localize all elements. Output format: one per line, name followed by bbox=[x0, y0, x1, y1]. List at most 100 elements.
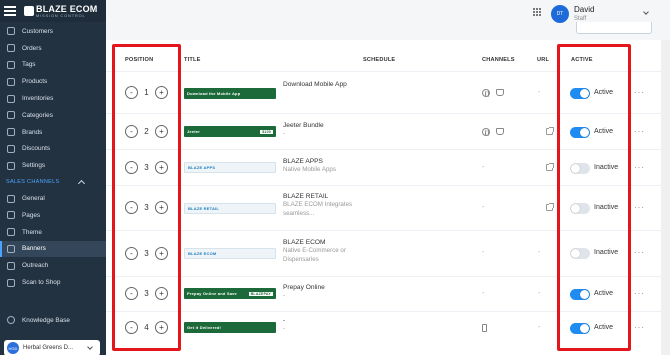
channels-value: - bbox=[482, 164, 485, 171]
more-options-icon[interactable]: ··· bbox=[634, 203, 645, 212]
increase-position-button[interactable]: + bbox=[155, 287, 168, 300]
banner-title: Download Mobile App bbox=[283, 80, 353, 89]
store-selector[interactable]: HGD Herbal Greens D... bbox=[4, 340, 100, 355]
more-options-icon[interactable]: ··· bbox=[634, 127, 645, 136]
table-row: - 1 + Download the Mobile App Download M… bbox=[106, 72, 661, 114]
column-active[interactable]: ACTIVE bbox=[571, 57, 593, 63]
active-toggle[interactable] bbox=[570, 127, 590, 138]
url-value: - bbox=[538, 324, 541, 331]
increase-position-button[interactable]: + bbox=[155, 125, 168, 138]
decrease-position-button[interactable]: - bbox=[125, 287, 138, 300]
shop-icon bbox=[496, 128, 504, 135]
decrease-position-button[interactable]: - bbox=[125, 161, 138, 174]
sidebar-item-inventories[interactable]: Inventories bbox=[0, 90, 106, 107]
sidebar-item-orders[interactable]: Orders bbox=[0, 40, 106, 57]
status-label: Inactive bbox=[594, 204, 619, 211]
external-link-icon[interactable] bbox=[546, 163, 554, 171]
decrease-position-button[interactable]: - bbox=[125, 321, 138, 334]
sidebar-item-products[interactable]: Products bbox=[0, 73, 106, 90]
decrease-position-button[interactable]: - bbox=[125, 86, 138, 99]
more-options-icon[interactable]: ··· bbox=[634, 88, 645, 97]
url-value: - bbox=[538, 249, 541, 256]
chevron-down-icon[interactable] bbox=[643, 9, 649, 15]
increase-position-button[interactable]: + bbox=[155, 161, 168, 174]
chevron-up-icon bbox=[77, 179, 86, 187]
inventory-icon bbox=[7, 94, 15, 103]
scan-icon bbox=[7, 278, 15, 287]
active-toggle[interactable] bbox=[570, 203, 590, 214]
sidebar-item-label: Categories bbox=[22, 111, 53, 119]
banner-thumbnail: Jeeter $100 bbox=[184, 126, 276, 137]
position-stepper: - 3 + bbox=[125, 287, 168, 300]
menu-icon[interactable] bbox=[4, 6, 16, 16]
more-options-icon[interactable]: ··· bbox=[634, 248, 645, 257]
increase-position-button[interactable]: + bbox=[155, 86, 168, 99]
increase-position-button[interactable]: + bbox=[155, 201, 168, 214]
sales-channels-section[interactable]: SALES CHANNELS bbox=[0, 174, 106, 190]
sidebar-item-categories[interactable]: Categories bbox=[0, 107, 106, 124]
active-toggle[interactable] bbox=[570, 289, 590, 300]
active-toggle[interactable] bbox=[570, 323, 590, 334]
column-position[interactable]: POSITION bbox=[125, 57, 153, 63]
column-channels[interactable]: CHANNELS bbox=[482, 57, 515, 63]
active-toggle[interactable] bbox=[570, 88, 590, 99]
sidebar-item-customers[interactable]: Customers bbox=[0, 23, 106, 40]
more-options-icon[interactable]: ··· bbox=[634, 289, 645, 298]
tag-icon bbox=[7, 60, 15, 69]
chevron-down-icon bbox=[87, 344, 93, 350]
table-row: - 3 + Prepay Online and Save BLAZEPAY Pre… bbox=[106, 277, 661, 312]
thumbnail-badge: $100 bbox=[260, 129, 273, 134]
sidebar-item-pages[interactable]: Pages bbox=[0, 207, 106, 224]
subtitle-text: - bbox=[283, 130, 286, 138]
toggle-knob bbox=[580, 128, 589, 137]
position-stepper: - 3 + bbox=[125, 201, 168, 214]
column-schedule[interactable]: SCHEDULE bbox=[363, 57, 395, 63]
title-text: BLAZE ECOM bbox=[283, 239, 326, 246]
brand-logo[interactable]: BLAZE ECOM MISSION CONTROL bbox=[24, 4, 98, 18]
thumbnail-text: Prepay Online and Save bbox=[187, 291, 237, 296]
thumbnail-text: BLAZE RETAIL bbox=[188, 206, 219, 211]
status-label: Active bbox=[594, 89, 614, 96]
sidebar-item-discounts[interactable]: Discounts bbox=[0, 141, 106, 158]
external-link-icon[interactable] bbox=[546, 203, 554, 211]
table-header: POSITION TITLE SCHEDULE CHANNELS URL ACT… bbox=[106, 40, 661, 72]
banners-icon bbox=[7, 244, 15, 253]
increase-position-button[interactable]: + bbox=[155, 321, 168, 334]
user-avatar[interactable]: DT bbox=[551, 5, 569, 23]
sidebar-item-theme[interactable]: Theme bbox=[0, 224, 106, 241]
decrease-position-button[interactable]: - bbox=[125, 201, 138, 214]
sidebar-item-label: Tags bbox=[22, 61, 36, 69]
sidebar-item-settings[interactable]: Settings bbox=[0, 157, 106, 174]
decrease-position-button[interactable]: - bbox=[125, 247, 138, 260]
brands-icon bbox=[7, 128, 15, 137]
sidebar-item-banners[interactable]: Banners bbox=[0, 240, 106, 258]
more-options-icon[interactable]: ··· bbox=[634, 163, 645, 172]
sidebar-item-brands[interactable]: Brands bbox=[0, 124, 106, 141]
banner-thumbnail: BLAZE RETAIL bbox=[184, 203, 276, 214]
table-row: - 2 + Jeeter $100 Jeeter Bundle - Active ·… bbox=[106, 114, 661, 150]
sidebar-item-tags[interactable]: Tags bbox=[0, 57, 106, 74]
position-stepper: - 1 + bbox=[125, 86, 168, 99]
sidebar-item-scan-to-shop[interactable]: Scan to Shop bbox=[0, 274, 106, 291]
decrease-position-button[interactable]: - bbox=[125, 125, 138, 138]
increase-position-button[interactable]: + bbox=[155, 247, 168, 260]
sidebar-item-outreach[interactable]: Outreach bbox=[0, 257, 106, 274]
scrollbar[interactable] bbox=[661, 40, 670, 355]
more-options-icon[interactable]: ··· bbox=[634, 323, 645, 332]
active-toggle[interactable] bbox=[570, 163, 590, 174]
header-action-button[interactable] bbox=[576, 22, 652, 34]
position-stepper: - 2 + bbox=[125, 125, 168, 138]
position-stepper: - 3 + bbox=[125, 247, 168, 260]
column-title[interactable]: TITLE bbox=[184, 57, 201, 63]
active-toggle[interactable] bbox=[570, 248, 590, 259]
status-label: Inactive bbox=[594, 164, 619, 171]
sidebar-item-knowledge-base[interactable]: Knowledge Base bbox=[0, 312, 106, 329]
sidebar-item-label: Knowledge Base bbox=[22, 316, 70, 324]
user-name[interactable]: David bbox=[574, 5, 594, 14]
products-icon bbox=[7, 77, 15, 86]
external-link-icon[interactable] bbox=[546, 127, 554, 135]
position-value: 3 bbox=[144, 289, 149, 298]
sidebar-item-general[interactable]: General bbox=[0, 190, 106, 207]
column-url[interactable]: URL bbox=[537, 57, 549, 63]
apps-grid-icon[interactable] bbox=[533, 8, 541, 16]
